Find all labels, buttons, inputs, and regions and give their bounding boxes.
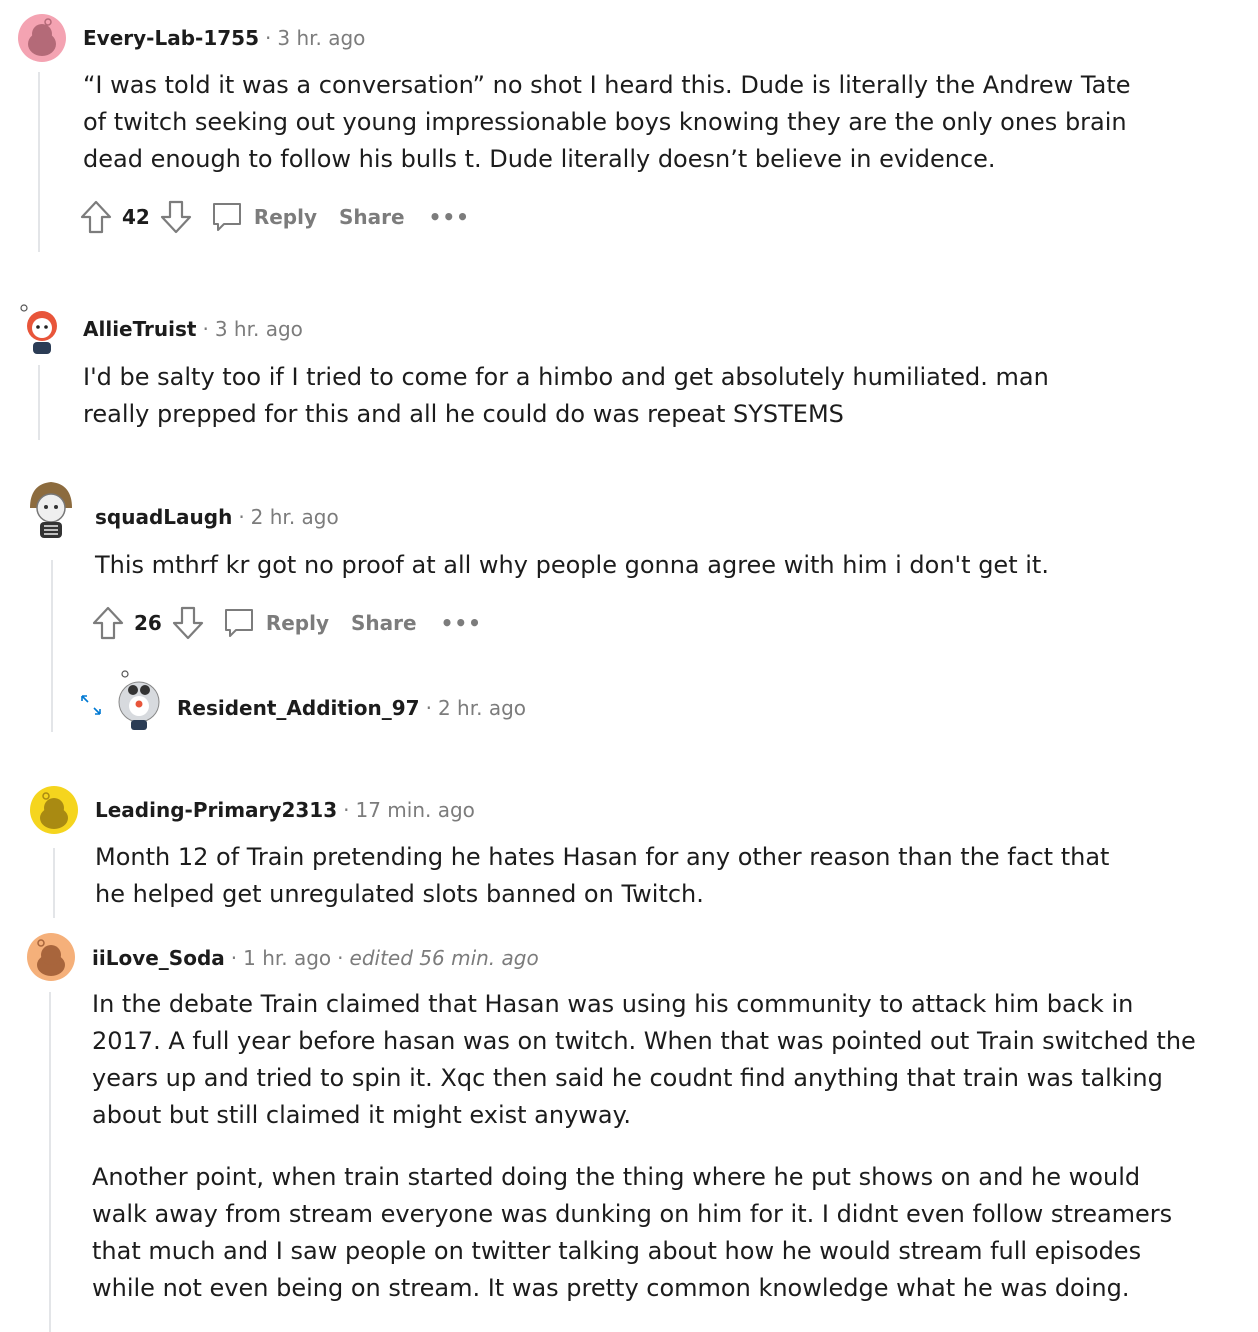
thread-line[interactable] bbox=[51, 560, 53, 732]
comment-body: I'd be salty too if I tried to come for … bbox=[83, 359, 1093, 433]
reply-button[interactable]: Reply bbox=[210, 200, 317, 234]
thread-line[interactable] bbox=[38, 365, 40, 440]
upvote-icon bbox=[80, 200, 112, 234]
expand-icon[interactable] bbox=[80, 694, 102, 720]
share-label: Share bbox=[351, 611, 417, 635]
username[interactable]: Every-Lab-1755 bbox=[83, 26, 259, 50]
more-icon: ••• bbox=[428, 205, 470, 229]
username[interactable]: iiLove_Soda bbox=[92, 946, 225, 970]
comment-body: This mthrf kr got no proof at all why pe… bbox=[95, 547, 1155, 584]
username[interactable]: Leading-Primary2313 bbox=[95, 798, 337, 822]
comment-paragraph: I'd be salty too if I tried to come for … bbox=[83, 363, 1049, 428]
username[interactable]: squadLaugh bbox=[95, 505, 232, 529]
vote-count: 42 bbox=[122, 205, 150, 229]
comment-body: Month 12 of Train pretending he hates Ha… bbox=[95, 839, 1135, 913]
comment-meta: Leading-Primary2313 · 17 min. ago bbox=[95, 798, 475, 822]
timestamp[interactable]: 17 min. ago bbox=[355, 798, 474, 822]
comment-paragraph: Another point, when train started doing … bbox=[92, 1163, 1173, 1302]
thread-line[interactable] bbox=[49, 992, 51, 1332]
more-icon: ••• bbox=[440, 611, 482, 635]
comment-body: “I was told it was a conversation” no sh… bbox=[83, 67, 1143, 178]
downvote-icon bbox=[160, 200, 191, 234]
comment-actions: 42 Reply Share ••• bbox=[80, 197, 470, 237]
avatar[interactable] bbox=[18, 14, 66, 62]
upvote-button[interactable] bbox=[80, 200, 112, 234]
timestamp[interactable]: 3 hr. ago bbox=[277, 26, 365, 50]
comment-bubble-icon bbox=[224, 609, 253, 637]
comment-paragraph: This mthrf kr got no proof at all why pe… bbox=[95, 551, 1049, 579]
edited-label: edited 56 min. ago bbox=[349, 946, 539, 970]
upvote-button[interactable] bbox=[92, 606, 124, 640]
comment-paragraph: “I was told it was a conversation” no sh… bbox=[83, 71, 1131, 173]
comment-body: In the debate Train claimed that Hasan w… bbox=[92, 986, 1202, 1307]
separator: · bbox=[337, 946, 344, 970]
reply-label: Reply bbox=[253, 205, 318, 229]
comment-meta: iiLove_Soda · 1 hr. ago · edited 56 min.… bbox=[92, 946, 539, 970]
comment-actions: 26 Reply Share ••• bbox=[92, 603, 482, 643]
reply-label: Reply bbox=[265, 611, 330, 635]
comment-bubble-icon bbox=[212, 203, 241, 231]
comment-meta: Every-Lab-1755 · 3 hr. ago bbox=[83, 26, 365, 50]
timestamp[interactable]: 1 hr. ago bbox=[243, 946, 331, 970]
comment-paragraph: Month 12 of Train pretending he hates Ha… bbox=[95, 843, 1110, 908]
reply-button[interactable]: Reply bbox=[222, 606, 329, 640]
timestamp[interactable]: 2 hr. ago bbox=[438, 696, 526, 720]
comment-meta: squadLaugh · 2 hr. ago bbox=[95, 505, 339, 529]
comment-meta: AllieTruist · 3 hr. ago bbox=[83, 317, 303, 341]
downvote-button[interactable] bbox=[172, 606, 204, 640]
avatar[interactable] bbox=[27, 933, 75, 981]
vote-count: 26 bbox=[134, 611, 162, 635]
thread-line[interactable] bbox=[53, 848, 55, 918]
more-options-button[interactable]: ••• bbox=[429, 205, 470, 229]
separator: · bbox=[238, 505, 245, 529]
timestamp[interactable]: 2 hr. ago bbox=[251, 505, 339, 529]
separator: · bbox=[230, 946, 238, 970]
downvote-icon bbox=[172, 606, 203, 640]
separator: · bbox=[343, 798, 350, 822]
avatar[interactable] bbox=[113, 668, 165, 732]
share-label: Share bbox=[339, 205, 405, 229]
avatar[interactable] bbox=[24, 478, 78, 542]
timestamp[interactable]: 3 hr. ago bbox=[215, 317, 303, 341]
share-button[interactable]: Share bbox=[351, 611, 417, 635]
avatar[interactable] bbox=[18, 304, 66, 356]
upvote-icon bbox=[92, 606, 124, 640]
thread-line[interactable] bbox=[38, 72, 40, 252]
comment-meta: Resident_Addition_97 · 2 hr. ago bbox=[177, 696, 526, 720]
username[interactable]: AllieTruist bbox=[83, 317, 196, 341]
separator: · bbox=[265, 26, 272, 50]
comment-paragraph: In the debate Train claimed that Hasan w… bbox=[92, 990, 1196, 1129]
more-options-button[interactable]: ••• bbox=[441, 611, 482, 635]
separator: · bbox=[425, 696, 432, 720]
downvote-button[interactable] bbox=[160, 200, 192, 234]
avatar[interactable] bbox=[30, 786, 78, 834]
separator: · bbox=[202, 317, 209, 341]
share-button[interactable]: Share bbox=[339, 205, 405, 229]
username[interactable]: Resident_Addition_97 bbox=[177, 696, 420, 720]
